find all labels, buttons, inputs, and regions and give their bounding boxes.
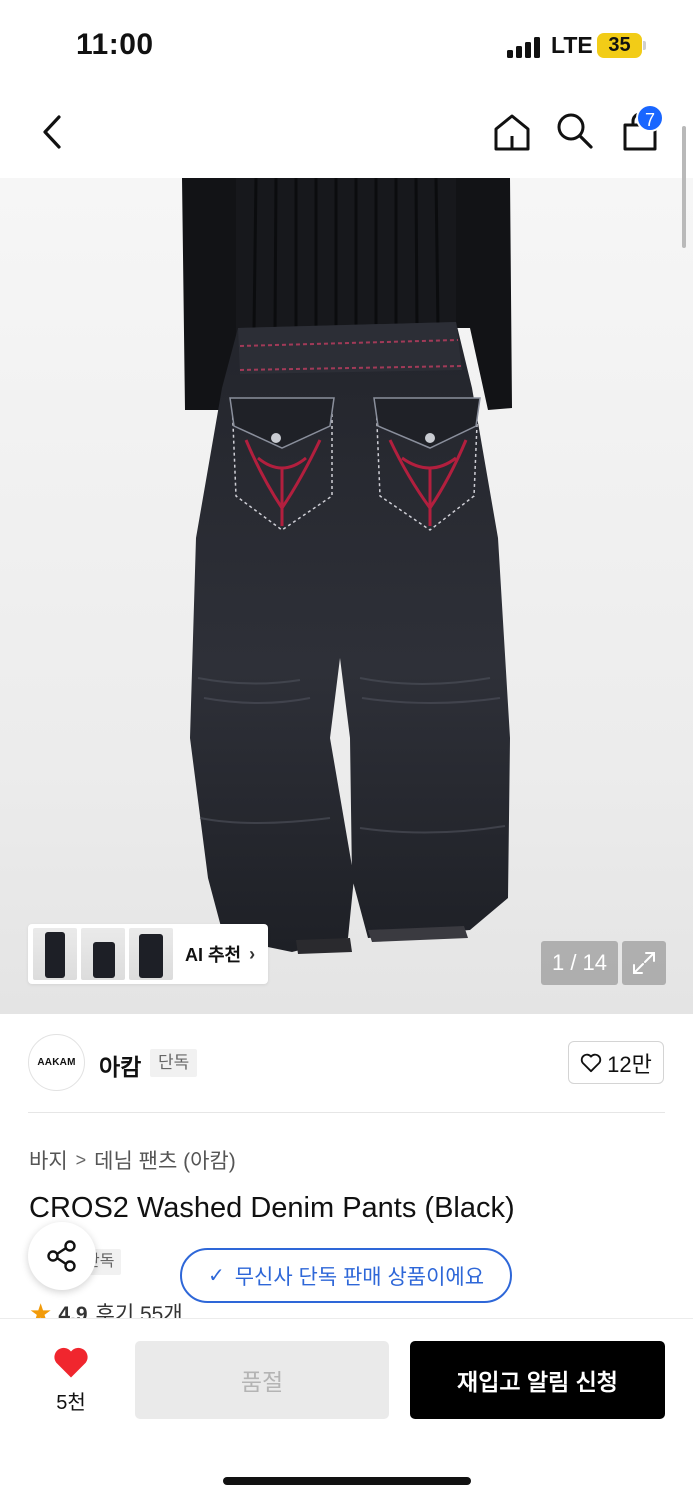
- brand-name[interactable]: 아캄: [99, 1048, 141, 1082]
- check-icon: ✓: [207, 1265, 225, 1287]
- ai-recommend-link[interactable]: AI 추천 ›: [185, 941, 255, 967]
- heart-filled-icon: [54, 1347, 88, 1378]
- chevron-right-icon: >: [75, 1149, 87, 1170]
- restock-alert-button[interactable]: 재입고 알림 신청: [410, 1341, 665, 1419]
- breadcrumb-item[interactable]: 바지: [29, 1145, 68, 1175]
- rating-row[interactable]: ★ 4.9 후기 55개: [29, 1300, 183, 1318]
- search-button[interactable]: [552, 108, 598, 154]
- review-count: 후기 55개: [95, 1303, 183, 1318]
- star-icon: ★: [29, 1300, 53, 1318]
- brand-like-count: 12만: [607, 1051, 652, 1077]
- network-type: LTE: [551, 32, 593, 58]
- ai-recommend-strip[interactable]: AI 추천 ›: [28, 924, 268, 984]
- wishlist-count: 5천: [56, 1392, 86, 1414]
- share-icon: [47, 1240, 76, 1272]
- scrollbar[interactable]: [682, 126, 686, 248]
- thumbnail[interactable]: [81, 928, 125, 980]
- bottom-action-bar: 5천 품절 재입고 알림 신청: [0, 1318, 693, 1500]
- expand-button[interactable]: [622, 941, 666, 985]
- thumbnail[interactable]: [33, 928, 77, 980]
- brand-like-button[interactable]: 12만: [568, 1041, 664, 1084]
- thumbnail[interactable]: [129, 928, 173, 980]
- signal-icon: [507, 36, 543, 58]
- breadcrumb: 바지 > 데님 팬츠 (아캄): [29, 1145, 236, 1175]
- heart-outline-icon: [580, 1053, 602, 1072]
- status-bar: 11:00 LTE 35: [0, 0, 693, 92]
- status-time: 11:00: [76, 28, 154, 61]
- brand-row[interactable]: AAKAM 아캄 단독 12만: [0, 1014, 693, 1114]
- chevron-right-icon: ›: [249, 943, 256, 964]
- rating-score: 4.9: [58, 1303, 88, 1318]
- battery-icon: 35: [597, 33, 642, 58]
- image-page-counter: 1 / 14: [541, 941, 618, 985]
- brand-logo[interactable]: AAKAM: [28, 1034, 85, 1091]
- battery-tip: [643, 41, 646, 50]
- product-photo: [182, 178, 512, 954]
- product-image-gallery[interactable]: [0, 178, 693, 1014]
- home-indicator: [223, 1477, 471, 1485]
- cart-count-badge: 7: [636, 104, 664, 132]
- top-nav: [0, 92, 693, 178]
- chevron-left-icon: [43, 115, 61, 149]
- divider: [28, 1112, 665, 1113]
- ai-recommend-label: AI 추천: [185, 945, 242, 965]
- brand-exclusive-tag: 단독: [150, 1049, 198, 1077]
- exclusive-notice-text: 무신사 단독 판매 상품이에요: [234, 1265, 485, 1289]
- back-button[interactable]: [30, 110, 74, 154]
- product-title: CROS2 Washed Denim Pants (Black): [29, 1192, 515, 1224]
- exclusive-notice-pill[interactable]: ✓ 무신사 단독 판매 상품이에요: [180, 1248, 512, 1303]
- home-icon: [494, 114, 530, 151]
- search-icon: [557, 113, 593, 149]
- share-button[interactable]: [28, 1222, 96, 1290]
- wishlist-button[interactable]: 5천: [40, 1345, 102, 1415]
- expand-icon: [633, 952, 655, 974]
- breadcrumb-item[interactable]: 데님 팬츠 (아캄): [94, 1145, 236, 1175]
- soldout-button[interactable]: 품절: [135, 1341, 389, 1419]
- home-button[interactable]: [488, 108, 536, 156]
